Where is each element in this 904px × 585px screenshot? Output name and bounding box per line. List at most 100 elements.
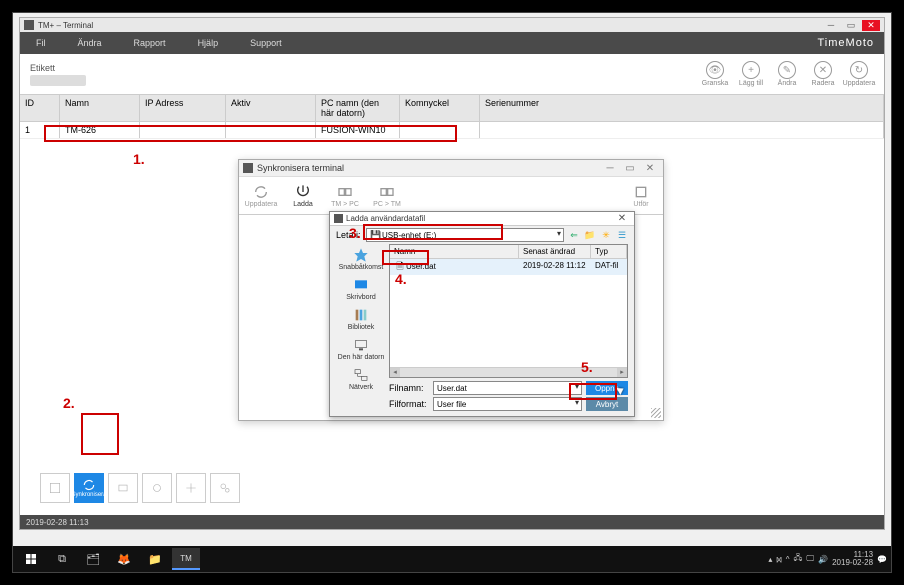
col-pc[interactable]: PC namn (den här datorn) [316,95,400,121]
back-icon[interactable]: ⇐ [568,229,580,241]
menu-support[interactable]: Support [234,32,298,54]
menu-rapport[interactable]: Rapport [118,32,182,54]
sync-btn-utfor[interactable]: Utför [625,184,657,208]
nav-denhar[interactable]: Den här datorn [336,334,386,364]
sync-toolbar: Uppdatera Ladda TM > PC PC > TM Utför [239,177,663,215]
brand-label: TimeMoto [818,37,875,49]
nav-bibliotek[interactable]: Bibliotek [336,304,386,334]
file-list-header: Namn Senast ändrad Typ [390,245,627,259]
sync-minimize-icon[interactable]: ─ [601,163,619,174]
col-name[interactable]: Namn [60,95,140,121]
taskbar-clock[interactable]: 11:13 2019-02-28 [832,551,873,567]
etikett-field[interactable] [30,75,86,86]
look-in-row: Leta i: 💾 USB-enhet (E:) ⇐ 📁 ✳ ☰ [330,226,634,244]
close-icon[interactable]: ✕ [862,20,880,31]
tool-5[interactable] [176,473,206,503]
tool-3[interactable] [108,473,138,503]
action-lagg-till[interactable]: +Lägg till [736,61,766,87]
up-icon[interactable]: 📁 [584,229,596,241]
file-list: Namn Senast ändrad Typ 🗎User.dat 2019-02… [389,244,628,378]
plus-icon: + [742,61,760,79]
col-id[interactable]: ID [20,95,60,121]
pen-icon: ✎ [778,61,796,79]
filename-input[interactable]: User.dat [433,381,582,395]
explorer-icon[interactable]: 🗂 [79,548,107,570]
taskview-icon[interactable]: ⧉ [48,548,76,570]
status-bar: 2019-02-28 11:13 [20,515,884,529]
firefox-icon[interactable]: 🦊 [110,548,138,570]
col-filedate[interactable]: Senast ändrad [519,245,591,258]
sync-btn-uppdatera[interactable]: Uppdatera [245,184,277,208]
minimize-icon[interactable]: ─ [822,20,840,31]
filformat-label: Filformat: [389,399,429,409]
tray-display-icon[interactable]: 🖵 [806,554,814,564]
start-button[interactable] [17,548,45,570]
sync-btn-ladda[interactable]: Ladda [287,184,319,208]
maximize-icon[interactable]: ▭ [842,20,860,31]
tray-notif-icon[interactable]: 💬 [877,555,887,564]
filformat-combo[interactable]: User file [433,397,582,411]
eye-icon: 👁 [706,61,724,79]
sync-app-icon [243,163,253,173]
tray-people-icon[interactable]: ᢂ [776,552,781,566]
view-icon[interactable]: ☰ [616,229,628,241]
action-granska[interactable]: 👁Granska [700,61,730,87]
cancel-button[interactable]: Avbryt [586,397,628,411]
drive-combo[interactable]: 💾 USB-enhet (E:) [366,228,564,242]
nav-natverk[interactable]: Nätverk [336,364,386,394]
sync-btn-pc-tm[interactable]: PC > TM [371,184,403,208]
action-uppdatera[interactable]: ↻Uppdatera [844,61,874,87]
status-text: 2019-02-28 11:13 [26,518,89,527]
file-row[interactable]: 🗎User.dat 2019-02-28 11:12 DAT-fil [390,259,627,275]
tray-network-icon[interactable]: 🖧 [794,552,803,566]
menu-hjalp[interactable]: Hjälp [182,32,235,54]
sub-toolbar: Etikett 👁Granska +Lägg till ✎Ändra ✕Rade… [20,54,884,94]
folder-icon[interactable]: 📁 [141,548,169,570]
tool-6[interactable] [210,473,240,503]
app-titlebar: TM+ – Terminal ─ ▭ ✕ [20,18,884,32]
sync-maximize-icon[interactable]: ▭ [621,163,639,174]
sync-close-icon[interactable]: ✕ [641,163,659,174]
file-dialog-titlebar: Ladda användardatafil ✕ [330,212,634,226]
open-button[interactable]: Öppna [586,381,628,395]
system-tray: ▴ ᢂ ^ 🖧 🖵 🔊 11:13 2019-02-28 💬 [768,551,887,567]
file-dialog-title: Ladda användardatafil [346,214,425,223]
tool-4[interactable] [142,473,172,503]
tool-role[interactable] [40,473,70,503]
nav-skrivbord[interactable]: Skrivbord [336,274,386,304]
menu-andra[interactable]: Ändra [62,32,118,54]
drive-icon: 💾 [370,229,382,241]
filename-label: Filnamn: [389,383,429,393]
cursor-pointer-icon [616,385,625,395]
file-icon: 🗎 [394,261,406,273]
file-dialog: Ladda användardatafil ✕ Leta i: 💾 USB-en… [329,211,635,417]
sync-title: Synkronisera terminal [257,163,344,173]
col-ip[interactable]: IP Adress [140,95,226,121]
tool-synkronisera[interactable]: Synkronisera [74,473,104,503]
tray-chevron-icon[interactable]: ^ [786,555,790,564]
sync-btn-tm-pc[interactable]: TM > PC [329,184,361,208]
table-row[interactable]: 1 TM-626 FUSION-WIN10 [20,122,884,139]
app-logo-icon [24,20,34,30]
app-title: TM+ – Terminal [38,21,93,30]
terminal-table: ID Namn IP Adress Aktiv PC namn (den här… [20,94,884,139]
action-andra[interactable]: ✎Ändra [772,61,802,87]
nav-snabbatkomst[interactable]: Snabbåtkomst [336,244,386,274]
tray-sound-icon[interactable]: 🔊 [818,555,828,564]
action-radera[interactable]: ✕Radera [808,61,838,87]
col-filetype[interactable]: Typ [591,245,627,258]
col-key[interactable]: Komnyckel [400,95,480,121]
menu-fil[interactable]: Fil [20,32,62,54]
tray-up-icon[interactable]: ▴ [768,555,772,564]
col-aktiv[interactable]: Aktiv [226,95,316,121]
col-ser[interactable]: Serienummer [480,95,884,121]
file-dialog-close-icon[interactable]: ✕ [614,213,630,224]
resize-handle[interactable] [651,408,661,418]
col-filename[interactable]: Namn [390,245,519,258]
tm-taskbar-icon[interactable]: TM [172,548,200,570]
look-in-label: Leta i: [336,230,362,240]
file-hscroll[interactable]: ◂▸ [390,367,627,377]
newfolder-icon[interactable]: ✳ [600,229,612,241]
taskbar: ⧉ 🗂 🦊 📁 TM ▴ ᢂ ^ 🖧 🖵 🔊 11:13 2019-02-28 … [13,546,891,572]
menubar: Fil Ändra Rapport Hjälp Support TimeMoto [20,32,884,54]
